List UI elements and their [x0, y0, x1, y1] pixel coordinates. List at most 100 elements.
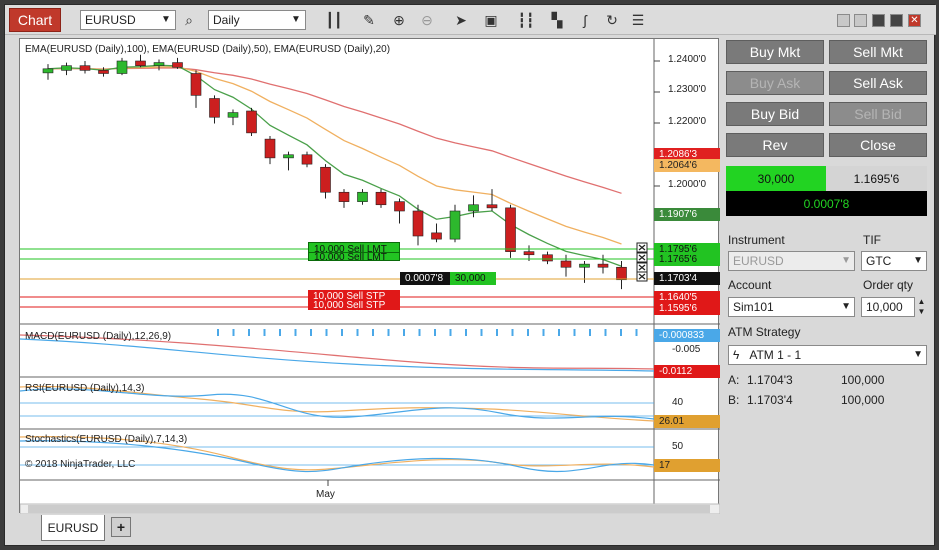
candle-body: [264, 138, 276, 159]
list-icon[interactable]: ☰: [629, 11, 647, 29]
macd-tick: -0.005: [672, 344, 701, 355]
add-tab-button[interactable]: +: [111, 517, 131, 537]
ask-label: A:: [728, 373, 740, 387]
reverse-button[interactable]: Rev: [726, 133, 824, 157]
data-box-icon[interactable]: ▣: [482, 11, 500, 29]
macd-avg-tag: -0.0112: [654, 365, 720, 378]
candle-body: [375, 191, 387, 206]
last-price-tag: 1.1703'4: [654, 272, 720, 285]
candle-body: [79, 65, 91, 71]
candle-body: [468, 204, 479, 212]
candle-body: [523, 251, 535, 256]
sell-market-button[interactable]: Sell Mkt: [829, 40, 927, 64]
chevron-down-icon: ▼: [913, 255, 923, 266]
sell-limit-order-label[interactable]: 10,000 Sell LMT: [308, 252, 400, 261]
position-avg-price: 1.1695'6: [826, 166, 927, 191]
instrument-field-value: EURUSD: [733, 254, 784, 268]
macd-panel-title: MACD(EURUSD (Daily),12,26,9): [25, 331, 172, 342]
buy-market-button[interactable]: Buy Mkt: [726, 40, 824, 64]
tif-value: GTC: [866, 254, 892, 268]
instrument-value: EURUSD: [85, 13, 136, 27]
ask-price: 1.1704'3: [747, 373, 793, 387]
rsi-tick: 40: [672, 397, 684, 408]
order-qty-value: 10,000: [866, 300, 903, 314]
buy-bid-button[interactable]: Buy Bid: [726, 102, 824, 126]
candle-body: [61, 65, 72, 71]
candle-body: [486, 204, 498, 209]
candle-body: [135, 60, 146, 66]
tab-bar: EURUSD +: [19, 513, 719, 543]
zoom-in-icon[interactable]: ⊕: [390, 11, 408, 29]
atm-strategy-value: ATM 1 - 1: [749, 348, 802, 362]
order-book-icon[interactable]: ┇┇: [517, 11, 535, 29]
candle-body: [449, 210, 461, 240]
buy-ask-button[interactable]: Buy Ask: [726, 71, 824, 95]
pointer-icon[interactable]: ➤: [452, 11, 470, 29]
order-qty-label: Order qty: [863, 278, 914, 292]
indicator-icon[interactable]: ʃ: [576, 11, 594, 29]
search-icon[interactable]: ⌕: [180, 11, 198, 29]
chevron-down-icon: ▼: [161, 14, 171, 25]
account-select[interactable]: Sim101 ▼: [728, 297, 855, 317]
bid-size: 100,000: [841, 393, 885, 407]
candle-body: [542, 254, 553, 262]
draw-pencil-icon[interactable]: ✎: [360, 11, 378, 29]
chart-area[interactable]: EMA(EURUSD (Daily),100), EMA(EURUSD (Dai…: [19, 38, 720, 514]
price-tick: 1.2300'0: [668, 84, 707, 95]
chart-tab[interactable]: Chart: [9, 8, 61, 32]
x-axis-label: May: [316, 489, 335, 500]
chevron-down-icon: ▼: [841, 301, 851, 312]
instrument-field[interactable]: EURUSD ▼: [728, 251, 855, 271]
zoom-out-icon[interactable]: ⊖: [418, 11, 436, 29]
refresh-icon[interactable]: ↻: [603, 11, 621, 29]
candle-body: [431, 232, 442, 240]
link-button[interactable]: [837, 14, 850, 27]
bar-style-icon[interactable]: ┃┃: [325, 11, 343, 29]
account-label: Account: [728, 278, 772, 292]
price-panel-title: EMA(EURUSD (Daily),100), EMA(EURUSD (Dai…: [25, 44, 391, 55]
chevron-down-icon: ▼: [913, 349, 923, 360]
rsi-panel-title: RSI(EURUSD (Daily),14,3): [25, 383, 145, 394]
chart-window: Chart EURUSD ▼ ⌕ Daily ▼ ┃┃ ✎ ⊕ ⊖ ➤ ▣ ┇┇…: [4, 4, 936, 547]
candle-body: [338, 191, 350, 202]
sell-stop-order-label[interactable]: 10,000 Sell STP: [308, 301, 400, 310]
stochastics-value-tag: 17: [654, 459, 720, 472]
candle-body: [227, 112, 239, 118]
tab-eurusd[interactable]: EURUSD: [41, 515, 105, 541]
candle-body: [505, 207, 516, 252]
atm-strategy-select[interactable]: ϟ ATM 1 - 1 ▼: [728, 345, 927, 365]
order-qty-stepper[interactable]: ▲ ▼: [916, 297, 927, 317]
candle-body: [357, 191, 368, 202]
chart-trader-panel: Buy Mkt Sell Mkt Buy Ask Sell Ask Buy Bi…: [723, 35, 936, 547]
candle-body: [116, 60, 128, 74]
position-qty-label[interactable]: 30,000: [450, 272, 496, 285]
maximize-button[interactable]: [890, 14, 903, 27]
order-qty-input[interactable]: 10,000: [861, 297, 915, 317]
period-value: Daily: [213, 13, 240, 27]
ema50-price-tag: 1.2064'6: [654, 159, 720, 172]
close-position-button[interactable]: Close: [829, 133, 927, 157]
candle-body: [190, 73, 202, 96]
copyright: © 2018 NinjaTrader, LLC: [25, 459, 136, 470]
minimize-button[interactable]: [872, 14, 885, 27]
atm-strategy-label: ATM Strategy: [728, 325, 801, 339]
position-pnl: 0.0007'8: [726, 191, 927, 216]
stochastics-tick: 50: [672, 441, 684, 452]
price-tick: 1.2400'0: [668, 54, 707, 65]
position-qty: 30,000: [726, 166, 826, 191]
sell-stop-price-tag: 1.1595'6: [654, 302, 720, 315]
tif-select[interactable]: GTC ▼: [861, 251, 927, 271]
bid-label: B:: [728, 393, 740, 407]
pin-button[interactable]: [854, 14, 867, 27]
close-window-button[interactable]: ✕: [908, 14, 921, 27]
stochastics-panel-title: Stochastics(EURUSD (Daily),7,14,3): [25, 434, 188, 445]
strategy-icon[interactable]: ▚: [548, 11, 566, 29]
period-select[interactable]: Daily ▼: [208, 10, 306, 30]
sell-ask-button[interactable]: Sell Ask: [829, 71, 927, 95]
instrument-select[interactable]: EURUSD ▼: [80, 10, 176, 30]
bid-price: 1.1703'4: [747, 393, 793, 407]
rsi-value-tag: 26.01: [654, 415, 720, 428]
candle-body: [246, 110, 257, 134]
sell-limit-price-tag: 1.1765'6: [654, 253, 720, 266]
sell-bid-button[interactable]: Sell Bid: [829, 102, 927, 126]
